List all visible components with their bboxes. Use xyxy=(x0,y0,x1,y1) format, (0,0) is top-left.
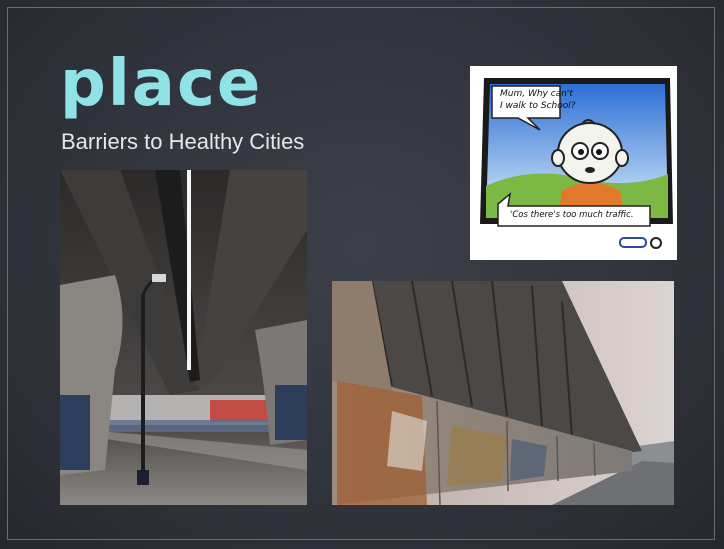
slide: place Barriers to Healthy Cities Mum, Wh… xyxy=(0,0,724,549)
speech-bubble-top-line1: Mum, Why can't xyxy=(500,89,573,99)
speech-bubble-bottom: 'Cos there's too much traffic. xyxy=(510,210,634,220)
cycle-logo-icon xyxy=(620,236,662,250)
underpass-photo xyxy=(60,170,307,505)
speech-bubble-top-line2: I walk to School? xyxy=(500,101,576,111)
slide-subtitle: Barriers to Healthy Cities xyxy=(61,129,305,154)
cartoon-panel: Mum, Why can't I walk to School? 'Cos th… xyxy=(470,66,677,260)
graffiti-wall-photo xyxy=(332,281,674,505)
place-logo: place xyxy=(60,47,263,121)
